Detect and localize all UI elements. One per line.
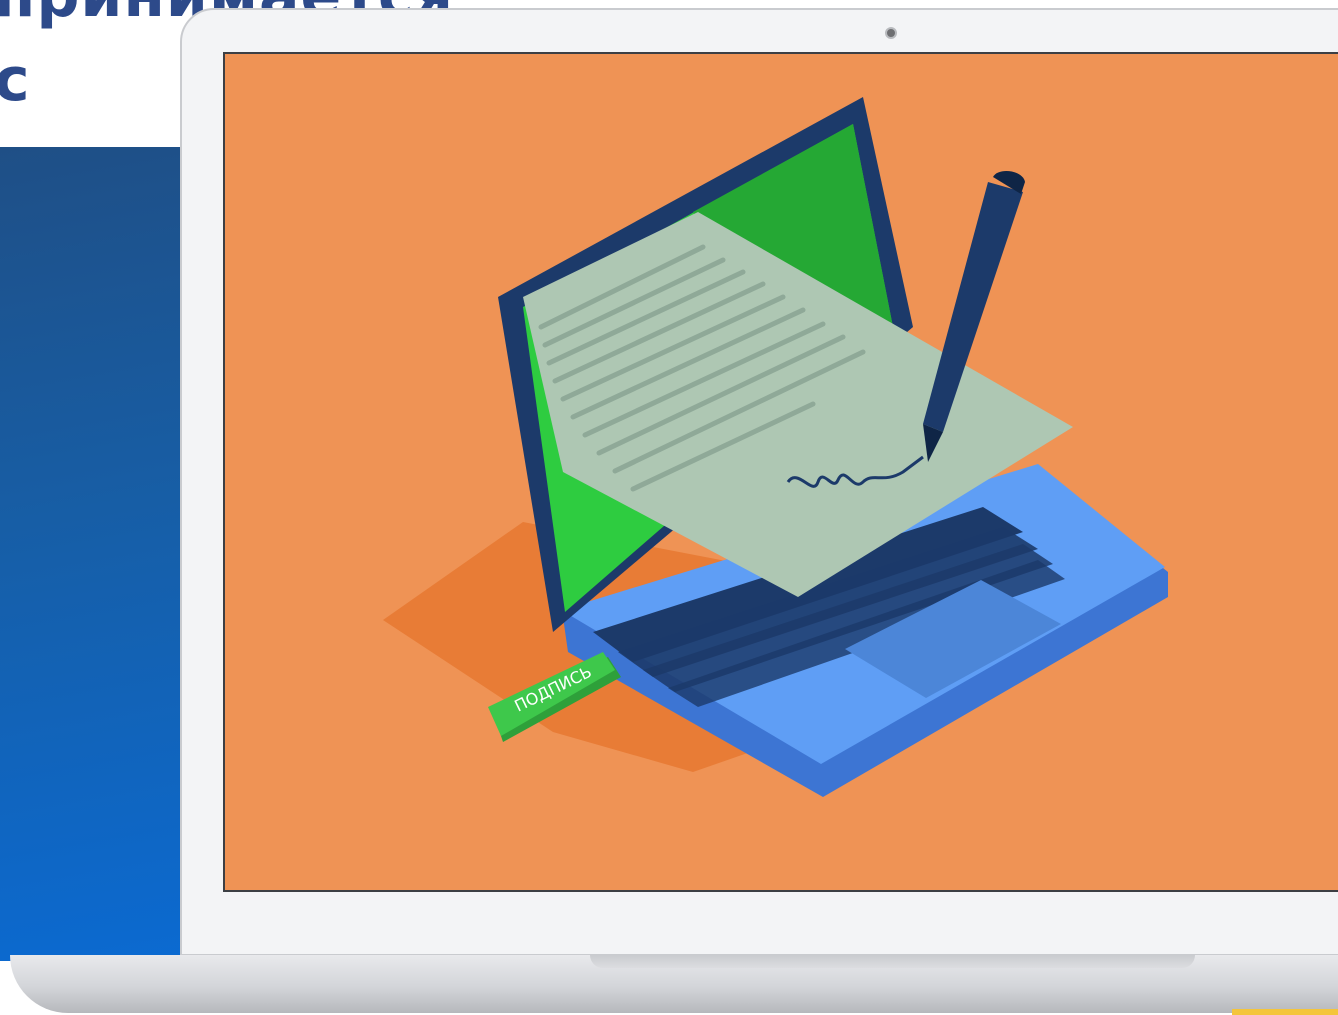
laptop-signing-illustration: ПОДПИСЬ	[383, 97, 1168, 797]
laptop-screen: ПОДПИСЬ	[223, 52, 1338, 892]
laptop-hinge	[590, 955, 1195, 968]
heading-line-2: с	[0, 45, 31, 115]
yellow-accent	[1232, 1009, 1338, 1015]
background-blue-panel	[0, 147, 182, 961]
webcam-icon	[885, 27, 897, 39]
